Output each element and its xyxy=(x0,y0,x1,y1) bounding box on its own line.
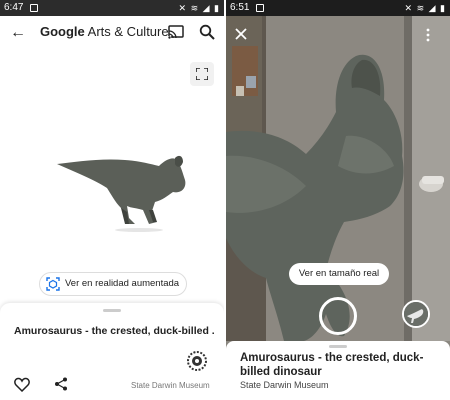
share-icon[interactable] xyxy=(54,377,68,391)
arrow-left-icon[interactable]: ← xyxy=(8,23,28,43)
capture-button[interactable] xyxy=(319,297,357,335)
sheet-drag-handle[interactable] xyxy=(329,345,347,348)
dinosaur-3d-model[interactable] xyxy=(55,152,195,232)
image-notification-icon xyxy=(30,4,38,12)
status-icons: ✕ ≋ ◢ ▮ xyxy=(404,3,446,13)
museum-logo xyxy=(187,351,207,371)
app-title-brand: Google xyxy=(40,24,85,39)
fullscreen-icon xyxy=(196,68,208,80)
model-thumbnail[interactable] xyxy=(402,300,430,328)
right-screen: 6:51 ✕ ≋ ◢ ▮ Ver en tamaño real Amurosau… xyxy=(226,0,450,400)
status-bar: 6:51 ✕ ≋ ◢ ▮ xyxy=(226,0,450,16)
status-icons: ✕ ≋ ◢ ▮ xyxy=(178,3,220,13)
app-title: Google Arts & Culture xyxy=(40,24,169,39)
app-bar: ← Google Arts & Culture xyxy=(0,16,224,50)
left-screen: 6:47 ✕ ≋ ◢ ▮ ← Google Arts & Culture Ver… xyxy=(0,0,224,400)
cast-icon[interactable] xyxy=(168,25,184,39)
ar-icon xyxy=(46,277,60,291)
item-info-sheet[interactable]: Amurosaurus - the crested, duck-billed d… xyxy=(226,341,450,400)
image-notification-icon xyxy=(256,4,264,12)
sheet-drag-handle[interactable] xyxy=(103,309,121,312)
item-info-sheet[interactable]: Amurosaurus - the crested, duck-billed .… xyxy=(0,303,224,400)
status-time: 6:47 xyxy=(4,2,24,13)
heart-icon[interactable] xyxy=(14,377,30,392)
view-actual-size-label: Ver en tamaño real xyxy=(298,268,380,279)
item-title: Amurosaurus - the crested, duck-billed d… xyxy=(240,352,424,378)
museum-name: State Darwin Museum xyxy=(240,380,329,390)
status-bar: 6:47 ✕ ≋ ◢ ▮ xyxy=(0,0,224,16)
app-title-rest: Arts & Culture xyxy=(84,24,169,39)
close-icon[interactable] xyxy=(234,27,248,41)
view-in-ar-label: Ver en realidad aumentada xyxy=(65,278,180,289)
museum-name: State Darwin Museum xyxy=(131,381,210,390)
view-in-ar-button[interactable]: Ver en realidad aumentada xyxy=(39,272,187,296)
view-actual-size-button[interactable]: Ver en tamaño real xyxy=(289,263,389,285)
item-title: Amurosaurus - the crested, duck-billed .… xyxy=(14,325,214,337)
more-vert-icon[interactable] xyxy=(426,28,430,42)
ar-camera-view[interactable] xyxy=(226,16,450,341)
status-time: 6:51 xyxy=(230,2,250,13)
search-icon[interactable] xyxy=(199,24,215,40)
fullscreen-button[interactable] xyxy=(190,62,214,86)
dinosaur-thumbnail-icon xyxy=(404,302,428,326)
